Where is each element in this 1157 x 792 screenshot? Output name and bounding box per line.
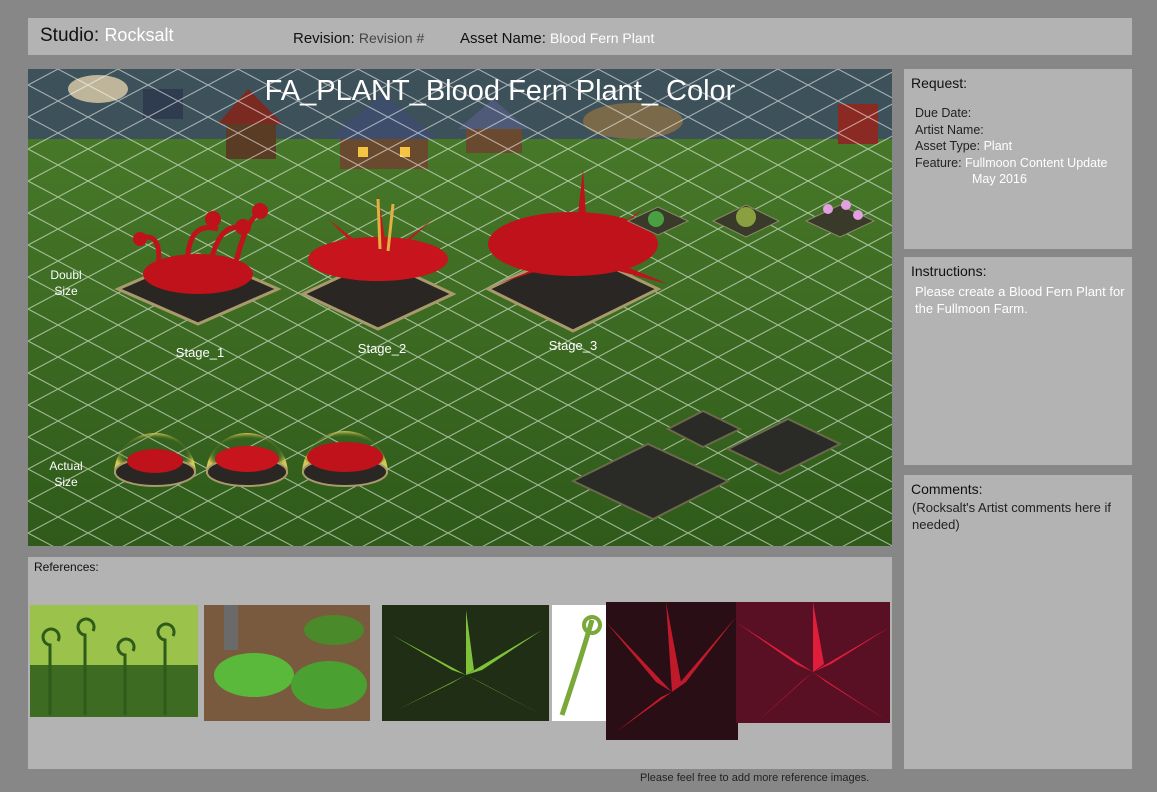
actual-size-plants <box>114 431 388 487</box>
farm-scene-illustration: Stage_1 Doubl Size Stage_2 Stage_3 Actua… <box>28 69 892 546</box>
asset-name-value: Blood Fern Plant <box>550 30 655 46</box>
feature-value-line2: May 2016 <box>972 172 1027 186</box>
reference-image-fiddleheads <box>30 605 198 717</box>
studio-label: Studio: <box>40 25 100 46</box>
reference-image-red-fern-bright <box>736 602 890 723</box>
revision-field: Revision: Revision # <box>293 30 424 47</box>
concept-art-scene: Stage_1 Doubl Size Stage_2 Stage_3 Actua… <box>28 69 892 546</box>
comments-panel: Comments: (Rocksalt's Artist comments he… <box>904 475 1132 769</box>
stage-1-label: Stage_1 <box>176 345 224 360</box>
reference-image-fern-frond-sketch <box>552 605 606 721</box>
due-date-label: Due Date: <box>915 106 972 120</box>
feature-label: Feature: <box>915 155 962 170</box>
due-date-row: Due Date: <box>915 105 1108 122</box>
studio-value: Rocksalt <box>104 25 174 45</box>
request-title: Request: <box>911 75 968 91</box>
comments-body: (Rocksalt's Artist comments here if need… <box>912 500 1111 532</box>
references-title: References: <box>34 560 99 574</box>
asset-name-label: Asset Name: <box>460 30 546 47</box>
double-size-label-line2: Size <box>54 284 78 298</box>
instructions-title: Instructions: <box>911 263 987 279</box>
asset-name-field: Asset Name: Blood Fern Plant <box>460 30 654 47</box>
instructions-panel: Instructions: Please create a Blood Fern… <box>904 257 1132 465</box>
studio-field: Studio: Rocksalt <box>40 25 173 47</box>
feature-value-line1: Fullmoon Content Update <box>965 155 1108 170</box>
reference-image-fern-garden <box>204 605 370 721</box>
stage-3-label: Stage_3 <box>549 338 597 353</box>
request-fields: Due Date: Artist Name: Asset Type: Plant… <box>915 105 1108 188</box>
actual-size-label-line1: Actual <box>49 459 82 473</box>
scene-title: FA_PLANT_Blood Fern Plant_ Color <box>265 75 736 107</box>
references-panel: References: <box>28 557 892 769</box>
comments-title: Comments: <box>911 481 983 497</box>
header-bar: Studio: Rocksalt Revision: Revision # As… <box>28 18 1132 55</box>
asset-type-row: Asset Type: Plant <box>915 138 1108 155</box>
asset-type-label: Asset Type: <box>915 139 981 153</box>
instructions-body: Please create a Blood Fern Plant for the… <box>915 284 1125 316</box>
request-panel: Request: Due Date: Artist Name: Asset Ty… <box>904 69 1132 249</box>
references-footnote: Please feel free to add more reference i… <box>640 772 870 784</box>
actual-size-label-line2: Size <box>54 475 78 489</box>
reference-image-green-fern <box>382 605 549 721</box>
feature-row: Feature: Fullmoon Content Update <box>915 155 1108 172</box>
artist-name-row: Artist Name: <box>915 122 1108 139</box>
revision-value: Revision # <box>358 30 425 46</box>
stage-2-label: Stage_2 <box>358 341 406 356</box>
double-size-label-line1: Doubl <box>50 268 81 282</box>
revision-label: Revision: <box>293 30 355 47</box>
artist-name-label: Artist Name: <box>915 122 984 137</box>
asset-type-value: Plant <box>983 139 1013 153</box>
reference-image-red-fern-dark <box>606 602 738 740</box>
